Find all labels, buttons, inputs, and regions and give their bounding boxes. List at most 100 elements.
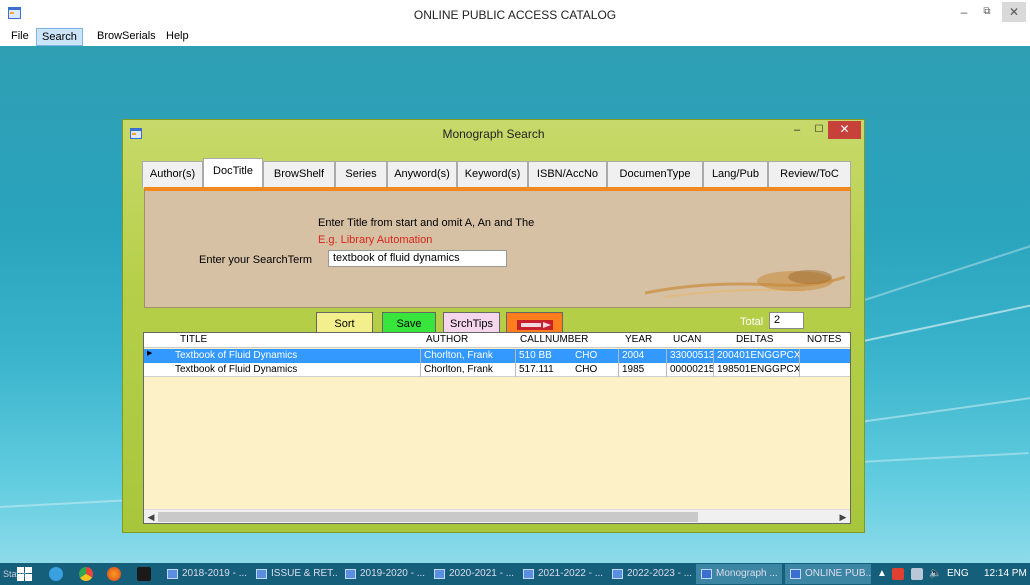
tray-overflow-icon[interactable]: ▲ <box>877 568 887 579</box>
tray-alert-icon[interactable] <box>892 568 904 580</box>
taskbar-item-label: 2021-2022 - ... <box>538 568 604 579</box>
cell-deltas: 198501ENGGPCX <box>714 363 800 377</box>
taskbar-item-2019-2020[interactable]: 2019-2020 - ... <box>340 564 426 584</box>
table-row[interactable]: ▶ Textbook of Fluid Dynamics Chorlton, F… <box>144 349 850 363</box>
dialog-titlebar: Monograph Search – ☐ ✕ <box>123 120 864 147</box>
taskbar-item-label: ISSUE & RET... <box>271 568 337 579</box>
logo-icon <box>516 320 553 330</box>
tab-keywords[interactable]: Keyword(s) <box>457 161 528 188</box>
taskbar-item-label: 2018-2019 - ... <box>182 568 248 579</box>
taskbar-item-label: ONLINE PUB... <box>805 568 871 579</box>
cell-ucan: 33000513 <box>667 349 714 363</box>
taskbar-item-label: Monograph ... <box>716 568 778 579</box>
dialog-close-button[interactable]: ✕ <box>828 121 861 139</box>
tab-lang-pub[interactable]: Lang/Pub <box>703 161 768 188</box>
document-icon <box>523 569 534 579</box>
cell-author: Chorlton, Frank <box>421 363 516 377</box>
dialog-title: Monograph Search <box>442 127 545 141</box>
scroll-left-icon[interactable]: ◀ <box>144 510 158 523</box>
total-label: Total <box>740 316 764 328</box>
cell-notes <box>800 363 850 377</box>
tab-review-toc[interactable]: Review/ToC <box>768 161 851 188</box>
taskbar-item-2022-2023[interactable]: 2022-2023 - ... <box>607 564 693 584</box>
cell-title: Textbook of Fluid Dynamics <box>172 349 421 363</box>
tab-authors[interactable]: Author(s) <box>142 161 203 188</box>
taskbar-item-label: 2019-2020 - ... <box>360 568 426 579</box>
taskbar-item-2021-2022[interactable]: 2021-2022 - ... <box>518 564 604 584</box>
firefox-browser-icon[interactable] <box>107 567 121 581</box>
column-header-ucan[interactable]: UCAN <box>673 334 701 345</box>
document-icon <box>167 569 178 579</box>
tab-browshelf[interactable]: BrowShelf <box>263 161 335 188</box>
search-term-label: Enter your SearchTerm <box>199 254 313 266</box>
menu-help[interactable]: Help <box>161 28 194 46</box>
menu-search[interactable]: Search <box>36 28 83 46</box>
search-example: E.g. Library Automation <box>318 234 433 246</box>
tab-series[interactable]: Series <box>335 161 387 188</box>
scrollbar-thumb[interactable] <box>158 512 698 522</box>
horizontal-scrollbar[interactable]: ◀ ▶ <box>144 509 850 523</box>
ie-browser-icon[interactable] <box>49 567 63 581</box>
cell-callnumber: 510 BB <box>519 350 552 361</box>
autumn-leaf-decoration-icon <box>645 270 845 298</box>
column-header-deltas[interactable]: DELTAS <box>736 334 773 345</box>
taskbar-item-online-pub[interactable]: ONLINE PUB... <box>785 564 871 584</box>
column-header-title[interactable]: TITLE <box>180 334 207 345</box>
column-header-author[interactable]: AUTHOR <box>426 334 468 345</box>
search-term-input[interactable]: textbook of fluid dynamics <box>328 250 507 267</box>
tab-doctitle[interactable]: DocTitle <box>203 158 263 188</box>
windows-start-icon[interactable] <box>17 567 32 581</box>
taskbar-item-label: 2020-2021 - ... <box>449 568 515 579</box>
dialog-minimize-button[interactable]: – <box>788 124 806 138</box>
menu-bar: File Search BrowSerials Help <box>0 28 1030 46</box>
menu-browserials[interactable]: BrowSerials <box>92 28 161 46</box>
people-icon[interactable] <box>137 567 151 581</box>
cell-callnumber: 517.111 <box>519 364 554 375</box>
cell-deltas: 200401ENGGPCX <box>714 349 800 363</box>
clock[interactable]: 12:14 PM <box>984 568 1027 579</box>
menu-file[interactable]: File <box>6 28 34 46</box>
document-icon <box>612 569 623 579</box>
tab-isbn-accno[interactable]: ISBN/AccNo <box>528 161 607 188</box>
row-indicator-icon: ▶ <box>147 350 153 357</box>
document-icon <box>256 569 267 579</box>
taskbar-item-2020-2021[interactable]: 2020-2021 - ... <box>429 564 515 584</box>
taskbar-item-monograph[interactable]: Monograph ... <box>696 564 782 584</box>
results-grid: TITLE AUTHOR CALLNUMBER YEAR UCAN DELTAS… <box>143 332 851 524</box>
minimize-button[interactable]: – <box>952 2 976 22</box>
cell-callsuffix: CHO <box>572 349 619 363</box>
taskbar-item-label: 2022-2023 - ... <box>627 568 693 579</box>
cell-ucan: 00000215 <box>667 363 714 377</box>
cell-year: 2004 <box>619 349 667 363</box>
table-row[interactable]: Textbook of Fluid Dynamics Chorlton, Fra… <box>144 363 850 377</box>
total-count: 2 <box>769 312 804 329</box>
scroll-right-icon[interactable]: ▶ <box>836 510 850 523</box>
monograph-search-dialog: Monograph Search – ☐ ✕ Author(s) DocTitl… <box>122 119 865 533</box>
dialog-maximize-button[interactable]: ☐ <box>810 124 828 138</box>
tab-documentype[interactable]: DocumenType <box>607 161 703 188</box>
cell-year: 1985 <box>619 363 667 377</box>
doctitle-search-panel: Enter Title from start and omit A, An an… <box>144 187 851 308</box>
cell-notes <box>800 349 850 363</box>
column-header-notes[interactable]: NOTES <box>807 334 841 345</box>
search-instruction: Enter Title from start and omit A, An an… <box>318 217 535 229</box>
network-icon[interactable] <box>911 568 923 580</box>
taskbar-item-2018-2019[interactable]: 2018-2019 - ... <box>162 564 248 584</box>
document-icon <box>345 569 356 579</box>
taskbar-item-issue-ret[interactable]: ISSUE & RET... <box>251 564 337 584</box>
tab-anywords[interactable]: Anyword(s) <box>387 161 457 188</box>
volume-icon[interactable]: 🔈 <box>929 568 941 579</box>
cell-author: Chorlton, Frank <box>421 349 516 363</box>
taskbar: Status 2018-2019 - ... ISSUE & RET... 20… <box>0 563 1030 585</box>
cell-callsuffix: CHO <box>572 363 619 377</box>
restore-button[interactable]: ⧉ <box>975 2 999 22</box>
language-indicator[interactable]: ENG <box>947 568 969 579</box>
chrome-browser-icon[interactable] <box>79 567 93 581</box>
app-window-icon <box>701 569 712 579</box>
window-title: ONLINE PUBLIC ACCESS CATALOG <box>413 8 617 22</box>
document-icon <box>434 569 445 579</box>
app-window-icon <box>790 569 801 579</box>
column-header-callnumber[interactable]: CALLNUMBER <box>520 334 588 345</box>
column-header-year[interactable]: YEAR <box>625 334 652 345</box>
close-button[interactable]: ✕ <box>1002 2 1026 22</box>
